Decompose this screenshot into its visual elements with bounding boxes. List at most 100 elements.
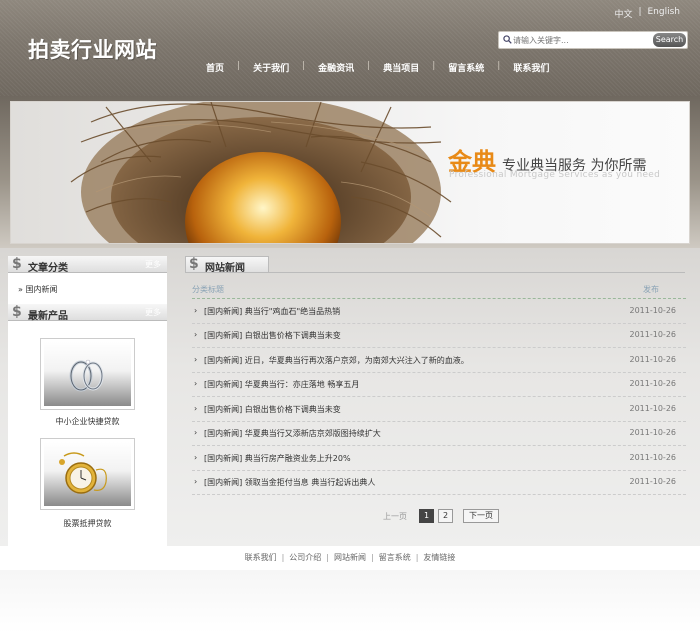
- product-image: [44, 342, 131, 406]
- bullet-icon: ›: [194, 453, 198, 462]
- news-row-title[interactable]: [国内新闻] 领取当金拒付当息 典当行起诉出典人: [204, 477, 375, 488]
- next-page-button[interactable]: 下一页: [463, 509, 499, 523]
- news-row-title[interactable]: [国内新闻] 华夏典当行又添新店京郊版图持续扩大: [204, 428, 381, 439]
- product-thumb[interactable]: [40, 438, 135, 510]
- footer-separator: |: [415, 553, 419, 562]
- banner-area: 金典 专业典当服务 为你所需 Professional Mortgage Ser…: [0, 96, 700, 248]
- bullet-icon: ›: [194, 330, 198, 339]
- news-row-category: [国内新闻]: [204, 405, 243, 414]
- news-row[interactable]: › [国内新闻] 典当行房产融资业务上升20% 2011-10-26: [192, 447, 686, 471]
- news-row-headline: 华夏典当行：亦庄落地 畅享五月: [244, 380, 360, 389]
- category-item[interactable]: » 国内新闻: [18, 284, 57, 295]
- news-header-divider: [185, 272, 685, 273]
- footer-separator: |: [326, 553, 329, 562]
- news-row-date: 2011-10-26: [629, 477, 677, 486]
- nav-separator: |: [237, 61, 241, 71]
- categories-more-link[interactable]: 更多: [145, 259, 161, 270]
- page-button-2[interactable]: 2: [438, 509, 453, 523]
- bullet-icon: ›: [194, 404, 198, 413]
- nav-separator: |: [367, 61, 371, 71]
- news-row-category: [国内新闻]: [204, 454, 243, 463]
- footer-separator: |: [281, 553, 285, 562]
- news-row-category: [国内新闻]: [204, 356, 243, 365]
- footer-link-contact[interactable]: 联系我们: [245, 553, 277, 562]
- news-row-date: 2011-10-26: [629, 306, 677, 315]
- dollar-icon: $: [12, 256, 22, 272]
- pocket-watch-icon: [59, 452, 107, 494]
- language-switcher: 中文 | English: [614, 7, 680, 20]
- news-row-date: 2011-10-26: [629, 428, 677, 437]
- footer-link-news[interactable]: 网站新闻: [334, 553, 366, 562]
- search-box: Search: [498, 31, 688, 49]
- news-row-headline: 华夏典当行又添新店京郊版图持续扩大: [244, 429, 381, 438]
- news-row-title[interactable]: [国内新闻] 白银出售价格下调典当未变: [204, 330, 341, 341]
- categories-header: $ 文章分类 更多: [8, 256, 167, 274]
- footer-link-company[interactable]: 公司介绍: [289, 553, 321, 562]
- rings-icon: [69, 359, 104, 392]
- news-row-headline: 白银出售价格下调典当未变: [244, 331, 341, 340]
- page-bottom: [0, 570, 700, 634]
- news-row[interactable]: › [国内新闻] 白银出售价格下调典当未变 2011-10-26: [192, 398, 686, 422]
- news-row-date: 2011-10-26: [629, 453, 677, 462]
- news-row[interactable]: › [国内新闻] 近日，华夏典当行再次落户京郊，为南郊大兴注入了新的血液。 20…: [192, 349, 686, 373]
- news-row-title[interactable]: [国内新闻] 白银出售价格下调典当未变: [204, 404, 341, 415]
- bullet-icon: ›: [194, 428, 198, 437]
- lang-separator: |: [638, 7, 642, 17]
- news-row[interactable]: › [国内新闻] 华夏典当行又添新店京郊版图持续扩大 2011-10-26: [192, 422, 686, 446]
- bullet-icon: ›: [194, 306, 198, 315]
- news-row[interactable]: › [国内新闻] 白银出售价格下调典当未变 2011-10-26: [192, 324, 686, 348]
- news-row[interactable]: › [国内新闻] 华夏典当行：亦庄落地 畅享五月 2011-10-26: [192, 373, 686, 397]
- product-caption[interactable]: 中小企业快捷贷款: [8, 416, 167, 427]
- nav-item-pawn-projects[interactable]: 典当项目: [373, 61, 429, 74]
- product-thumb[interactable]: [40, 338, 135, 410]
- news-row-title[interactable]: [国内新闻] 华夏典当行：亦庄落地 畅享五月: [204, 379, 359, 390]
- news-row-title[interactable]: [国内新闻] 典当行"鸡血石"绝当品热销: [204, 306, 340, 317]
- banner: 金典 专业典当服务 为你所需 Professional Mortgage Ser…: [10, 101, 690, 244]
- bullet-icon: »: [18, 285, 23, 294]
- footer-link-guestbook[interactable]: 留言系统: [379, 553, 411, 562]
- footer-links: 联系我们 | 公司介绍 | 网站新闻 | 留言系统 | 友情链接: [8, 546, 692, 570]
- search-input[interactable]: [513, 33, 648, 47]
- search-button[interactable]: Search: [653, 33, 686, 47]
- bullet-icon: ›: [194, 477, 198, 486]
- lang-en-link[interactable]: English: [648, 7, 681, 20]
- news-row-date: 2011-10-26: [629, 355, 677, 364]
- news-row-title[interactable]: [国内新闻] 典当行房产融资业务上升20%: [204, 453, 351, 464]
- nav-separator: |: [432, 61, 436, 71]
- prev-page-button[interactable]: 上一页: [383, 511, 407, 522]
- news-row-category: [国内新闻]: [204, 380, 243, 389]
- news-row-headline: 白银出售价格下调典当未变: [244, 405, 341, 414]
- header-divider: [192, 298, 686, 299]
- news-row[interactable]: › [国内新闻] 领取当金拒付当息 典当行起诉出典人 2011-10-26: [192, 471, 686, 495]
- content-area: $ 文章分类 更多 » 国内新闻 $ 最新产品 更多 中小企业快捷贷款 股票抵押…: [0, 248, 700, 546]
- nav-item-contact[interactable]: 联系我们: [503, 61, 559, 74]
- banner-subtitle: Professional Mortgage Services as you ne…: [449, 170, 661, 180]
- lang-zh-link[interactable]: 中文: [614, 7, 632, 20]
- column-header-date: 发布: [643, 285, 659, 294]
- footer-separator: |: [371, 553, 374, 562]
- category-label: 国内新闻: [25, 285, 58, 294]
- news-row-category: [国内新闻]: [204, 478, 243, 487]
- dollar-icon: $: [189, 256, 199, 272]
- bullet-icon: ›: [194, 355, 198, 364]
- nav-item-guestbook[interactable]: 留言系统: [438, 61, 494, 74]
- products-more-link[interactable]: 更多: [145, 307, 161, 318]
- news-row-date: 2011-10-26: [629, 404, 677, 413]
- news-row-title[interactable]: [国内新闻] 近日，华夏典当行再次落户京郊，为南郊大兴注入了新的血液。: [204, 355, 469, 366]
- news-row-headline: 领取当金拒付当息 典当行起诉出典人: [244, 478, 376, 487]
- nav-item-about[interactable]: 关于我们: [243, 61, 299, 74]
- footer-link-friends[interactable]: 友情链接: [423, 553, 455, 562]
- site-header: 拍卖行业网站 中文 | English Search 首页 | 关于我们 | 金…: [0, 0, 700, 96]
- news-row[interactable]: › [国内新闻] 典当行"鸡血石"绝当品热销 2011-10-26: [192, 300, 686, 324]
- nav-item-home[interactable]: 首页: [196, 61, 234, 74]
- main-nav: 首页 | 关于我们 | 金融资讯 | 典当项目 | 留言系统 | 联系我们: [196, 61, 559, 74]
- nav-item-finance-news[interactable]: 金融资讯: [308, 61, 364, 74]
- news-row-category: [国内新闻]: [204, 331, 243, 340]
- news-row-headline: 典当行"鸡血石"绝当品热销: [244, 307, 341, 316]
- product-image: [44, 442, 131, 506]
- product-caption[interactable]: 股票抵押贷款: [8, 518, 167, 529]
- site-logo[interactable]: 拍卖行业网站: [28, 34, 157, 64]
- page-button-1[interactable]: 1: [419, 509, 434, 523]
- pagination: 上一页 1 2 下一页: [383, 509, 499, 523]
- sidebar: $ 文章分类 更多 » 国内新闻 $ 最新产品 更多 中小企业快捷贷款 股票抵押…: [8, 256, 167, 546]
